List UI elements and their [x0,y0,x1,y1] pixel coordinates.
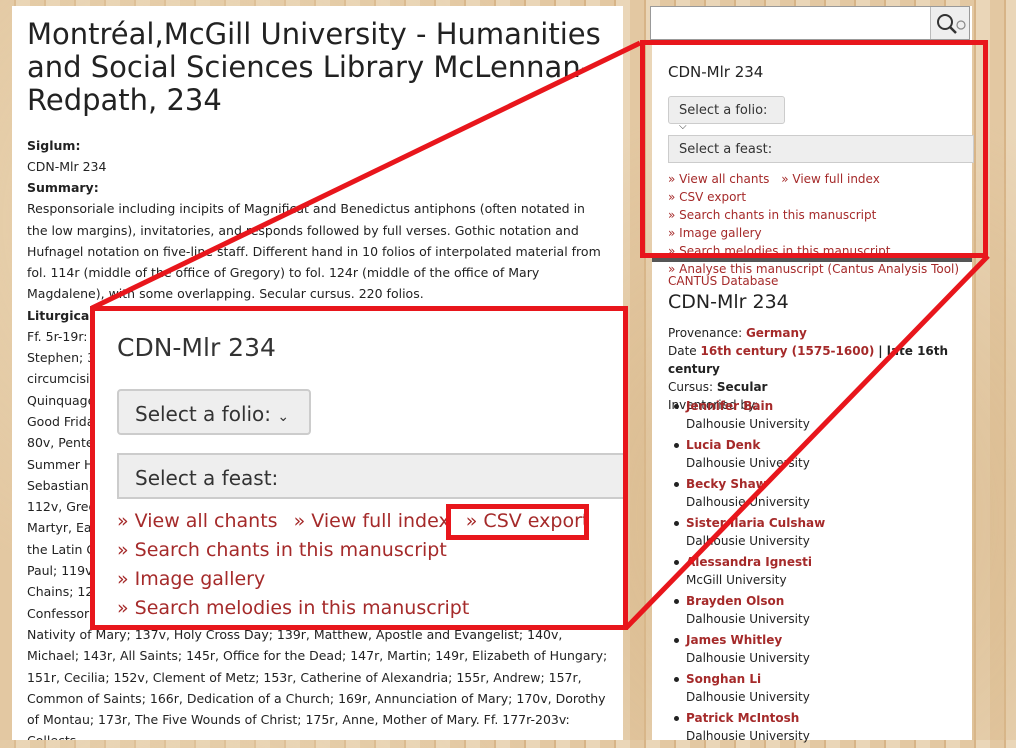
bullet-icon [674,716,679,721]
divider [652,258,972,262]
date-label: Date [668,344,697,358]
search-button[interactable] [930,7,969,39]
summary-label: Summary: [27,180,99,196]
person-affiliation: Dalhousie University [686,417,810,431]
person-affiliation: Dalhousie University [686,456,810,470]
zoom-search-melodies-link[interactable]: » Search melodies in this manuscript [117,597,469,619]
provenance-label: Provenance: [668,326,743,340]
summary-text: Responsoriale including incipits of Magn… [27,201,601,302]
person-affiliation: Dalhousie University [686,495,810,509]
person-affiliation: Dalhousie University [686,534,810,548]
chevron-down-icon: ⌄ [277,409,290,425]
person-affiliation: Dalhousie University [686,690,810,704]
database-title: CDN-Mlr 234 [668,291,789,313]
zoom-search-chants-link[interactable]: » Search chants in this manuscript [117,539,447,561]
bullet-icon [674,521,679,526]
search-input[interactable] [650,6,970,40]
date-link[interactable]: 16th century (1575-1600) [701,344,875,358]
bullet-icon [674,638,679,643]
provenance-link[interactable]: Germany [746,326,807,340]
person-link[interactable]: Sister Ilaria Culshaw [686,514,966,532]
list-item: Jennifer Bain Dalhousie University [674,397,966,436]
person-affiliation: Dalhousie University [686,729,810,743]
bullet-icon [674,599,679,604]
zoom-image-gallery-link[interactable]: » Image gallery [117,568,265,590]
database-link[interactable]: CANTUS Database [668,274,778,288]
list-item: Alessandra Ignesti McGill University [674,553,966,592]
person-affiliation: McGill University [686,573,787,587]
person-affiliation: Dalhousie University [686,612,810,626]
bullet-icon [674,443,679,448]
zoom-view-full-index-link[interactable]: » View full index [294,510,450,532]
bullet-icon [674,404,679,409]
siglum-label: Siglum: [27,138,81,153]
person-link[interactable]: Lucia Denk [686,436,966,454]
csv-export-highlight [446,504,589,540]
zoom-manuscript-name: CDN-Mlr 234 [117,333,276,362]
bullet-icon [674,560,679,565]
person-link[interactable]: Jennifer Bain [686,397,966,415]
list-item: Brayden Olson Dalhousie University [674,592,966,631]
inventory-list: Jennifer Bain Dalhousie University Lucia D… [674,397,966,748]
bullet-icon [674,482,679,487]
bullet-icon [674,677,679,682]
list-item: Songhan Li Dalhousie University [674,670,966,709]
person-link[interactable]: Brayden Olson [686,592,966,610]
zoom-folio-select[interactable]: Select a folio: ⌄ [117,389,311,435]
list-item: Sister Ilaria Culshaw Dalhousie Universit… [674,514,966,553]
highlight-frame [640,40,988,258]
cursus-value: Secular [716,380,768,394]
siglum-value: CDN-Mlr 234 [27,159,107,174]
liturgical-tail: Nativity of Mary; 137v, Holy Cross Day; … [27,626,608,740]
person-link[interactable]: Patrick McIntosh [686,709,966,727]
search-icon [937,14,966,34]
list-item: Patrick McIntosh Dalhousie University [674,709,966,748]
person-link[interactable]: Alessandra Ignesti [686,553,966,571]
zoom-feast-select[interactable]: Select a feast: [117,453,623,499]
person-link[interactable]: Becky Shaw [686,475,966,493]
zoom-analyse-link[interactable]: » Analyse this manuscript (Cantus Analys… [117,626,578,630]
list-item: Becky Shaw Dalhousie University [674,475,966,514]
cursus-label: Cursus: [668,380,714,394]
zoom-view-all-chants-link[interactable]: » View all chants [117,510,278,532]
person-affiliation: Dalhousie University [686,651,810,665]
list-item: James Whitley Dalhousie University [674,631,966,670]
page-title: Montréal,McGill University - Humanities … [27,17,601,117]
list-item: Lucia Denk Dalhousie University [674,436,966,475]
zoom-feast-label: Select a feast: [135,466,279,490]
zoom-callout: CDN-Mlr 234 Select a folio: ⌄ Select a f… [90,306,628,630]
zoom-folio-label: Select a folio: [135,402,272,426]
person-link[interactable]: James Whitley [686,631,966,649]
person-link[interactable]: Songhan Li [686,670,966,688]
